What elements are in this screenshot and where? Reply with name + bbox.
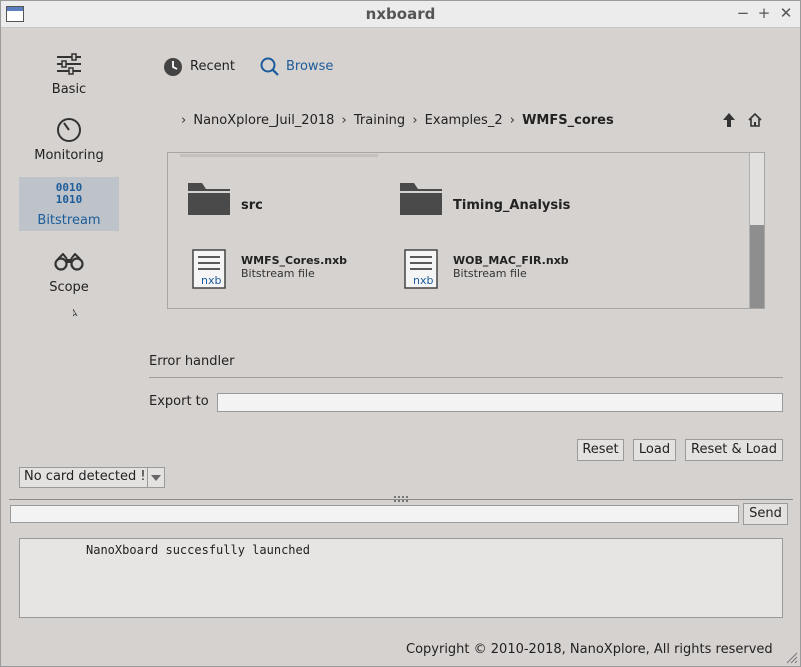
breadcrumb-current[interactable]: WMFS_cores [522, 113, 614, 128]
home-icon[interactable] [747, 112, 763, 128]
card-select-value: No card detected ! [24, 469, 146, 484]
chevron-down-icon [147, 468, 164, 487]
file-icon-label: nxb [201, 274, 222, 287]
scrollbar-thumb[interactable] [750, 225, 764, 308]
sidebar-item-basic[interactable]: Basic [19, 49, 119, 103]
binoculars-icon [54, 253, 84, 271]
title-bar: nxboard − + ✕ [1, 1, 800, 28]
maximize-button[interactable]: + [755, 4, 773, 22]
folder-icon [400, 183, 442, 215]
chevron-right-icon: › [341, 113, 347, 128]
chevron-right-icon: › [181, 113, 187, 128]
arrow-up-icon[interactable] [722, 112, 736, 128]
chevron-right-icon: › [412, 113, 418, 128]
folder-icon [188, 183, 230, 215]
sliders-icon [57, 53, 81, 75]
export-to-label: Export to [149, 394, 209, 409]
gauge-icon [57, 118, 81, 142]
mouse-cursor [73, 309, 78, 317]
scroll-shadow [180, 154, 378, 157]
export-path-input[interactable] [217, 393, 783, 412]
command-input[interactable] [10, 505, 739, 523]
sidebar-label-scope: Scope [49, 280, 89, 295]
window-title: nxboard [365, 5, 436, 23]
card-select[interactable]: No card detected ! [19, 467, 165, 488]
send-button[interactable]: Send [743, 503, 788, 525]
reset-button[interactable]: Reset [577, 439, 624, 461]
sidebar-label-basic: Basic [51, 82, 87, 97]
clock-icon [164, 58, 182, 76]
minimize-button[interactable]: − [734, 4, 752, 22]
app-window: nxboard − + ✕ Basic Monitoring 0010 1010… [0, 0, 801, 667]
log-line: NanoXboard succesfully launched [86, 543, 310, 557]
sidebar-item-monitoring[interactable]: Monitoring [19, 115, 119, 169]
folder-name: Timing_Analysis [453, 198, 571, 213]
breadcrumb-item[interactable]: Examples_2 [425, 113, 503, 128]
sidebar-item-bitstream[interactable]: 0010 1010 Bitstream [19, 177, 119, 231]
reset-load-button[interactable]: Reset & Load [685, 439, 783, 461]
file-browser[interactable]: src Timing_Analysis nxb WMFS_Cores.nxb B… [167, 152, 765, 309]
copyright-text: Copyright © 2010-2018, NanoXplore, All r… [406, 642, 773, 657]
file-icon-label: nxb [413, 274, 434, 287]
splitter-handle[interactable] [394, 496, 408, 502]
breadcrumb-item[interactable]: NanoXplore_Juil_2018 [193, 113, 334, 128]
sidebar-item-scope[interactable]: Scope [19, 247, 119, 301]
error-handler-label: Error handler [149, 354, 235, 369]
vertical-scrollbar[interactable] [749, 153, 764, 308]
resize-grip-icon[interactable] [784, 650, 798, 664]
console-log: NanoXboard succesfully launched [19, 538, 783, 618]
divider [149, 377, 783, 378]
file-name: WMFS_Cores.nxb [241, 254, 348, 267]
load-button[interactable]: Load [633, 439, 676, 461]
sidebar-label-monitoring: Monitoring [34, 148, 104, 163]
folder-name: src [241, 198, 263, 213]
search-icon [260, 57, 279, 76]
binary-icon: 0010 1010 [55, 181, 83, 206]
file-name: WOB_MAC_FIR.nxb [453, 254, 569, 267]
close-button[interactable]: ✕ [777, 4, 795, 22]
file-type: Bitstream file [241, 267, 315, 280]
sidebar-label-bitstream: Bitstream [37, 213, 101, 228]
browse-label: Browse [286, 59, 334, 74]
chevron-right-icon: › [509, 113, 515, 128]
breadcrumb: › NanoXplore_Juil_2018 › Training › Exam… [181, 111, 617, 131]
recent-label: Recent [190, 59, 235, 74]
breadcrumb-item[interactable]: Training [354, 113, 405, 128]
file-type: Bitstream file [453, 267, 527, 280]
